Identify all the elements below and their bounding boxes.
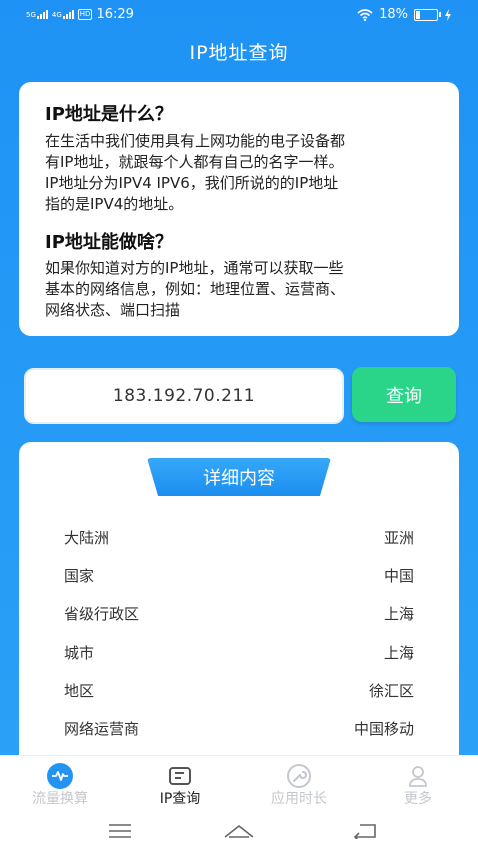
- detail-value: 亚洲: [383, 529, 414, 547]
- details-card: 详细内容 大陆洲 亚洲 国家 中国 省级行政区 上海 城市 上海 地区 徐汇区 …: [19, 442, 459, 772]
- detail-row: 大陆洲 亚洲: [64, 527, 414, 551]
- signal-4g-icon: 4G: [52, 10, 74, 19]
- detail-key: 城市: [64, 644, 95, 662]
- detail-key: 国家: [64, 567, 95, 585]
- detail-key: 大陆洲: [64, 529, 110, 547]
- q1-heading: IP地址是什么？: [45, 104, 173, 125]
- tab-label: IP查询: [159, 791, 201, 807]
- status-bar: 5G 4G HD 16:29 18%: [0, 0, 478, 30]
- detail-key: 省级行政区: [64, 605, 140, 623]
- intro-card: IP地址是什么？ 在生活中我们使用具有上网功能的电子设备都 有IP地址，就跟每个…: [19, 82, 459, 336]
- wifi-icon: [357, 8, 373, 21]
- tab-more[interactable]: 更多: [368, 756, 468, 814]
- hd-badge: HD: [77, 9, 93, 20]
- bottom-tab-bar: 流量换算 IP查询 应用时长 更多: [0, 755, 478, 814]
- detail-value: 徐汇区: [368, 682, 414, 700]
- q1-paragraph: 在生活中我们使用具有上网功能的电子设备都 有IP地址，就跟每个人都有自己的名字一…: [45, 131, 440, 215]
- detail-row: 城市 上海: [64, 642, 414, 666]
- detail-row: 国家 中国: [64, 565, 414, 589]
- detail-key: 网络运营商: [64, 720, 140, 738]
- battery-icon: [414, 8, 441, 21]
- battery-percent: 18%: [379, 7, 408, 22]
- detail-value: 上海: [383, 605, 414, 623]
- user-icon: [409, 766, 427, 787]
- charging-icon: [445, 8, 451, 21]
- detail-value: 中国: [383, 567, 414, 585]
- tab-label: 应用时长: [271, 791, 327, 807]
- wrench-icon: [287, 764, 311, 788]
- q2-paragraph: 如果你知道对方的IP地址，通常可以获取一些 基本的网络信息，例如：地理位置、运营…: [45, 258, 440, 321]
- q2-line: 网络状态、端口扫描: [45, 301, 181, 319]
- signal-5g-icon: 5G: [26, 10, 48, 19]
- detail-row: 地区 徐汇区: [64, 680, 414, 704]
- tab-label: 流量换算: [32, 791, 88, 807]
- q1-line: 有IP地址，就跟每个人都有自己的名字一样。: [45, 153, 344, 171]
- q2-heading: IP地址能做啥？: [45, 232, 173, 253]
- tab-label: 更多: [404, 791, 432, 807]
- detail-value: 上海: [383, 644, 414, 662]
- tab-ip-query[interactable]: IP查询: [130, 756, 230, 814]
- q2-line: 基本的网络信息，例如：地理位置、运营商、: [45, 280, 346, 298]
- clock: 16:29: [96, 7, 134, 22]
- menu-icon[interactable]: [100, 819, 140, 843]
- q1-line: 指的是IPV4的地址。: [45, 195, 184, 213]
- ip-input[interactable]: 183.192.70.211: [24, 368, 344, 424]
- detail-row: 省级行政区 上海: [64, 603, 414, 627]
- query-button[interactable]: 查询: [352, 367, 456, 422]
- q2-line: 如果你知道对方的IP地址，通常可以获取一些: [45, 259, 344, 277]
- detail-key: 地区: [64, 682, 95, 700]
- tab-app-usage[interactable]: 应用时长: [249, 756, 349, 814]
- pulse-icon: [47, 763, 73, 789]
- details-title: 详细内容: [147, 458, 331, 496]
- q1-line: 在生活中我们使用具有上网功能的电子设备都: [45, 132, 346, 150]
- home-icon[interactable]: [219, 819, 259, 843]
- system-nav-bar: [0, 813, 478, 850]
- detail-value: 中国移动: [353, 720, 414, 738]
- document-icon: [169, 767, 191, 785]
- tab-traffic-convert[interactable]: 流量换算: [10, 756, 110, 814]
- q1-line: IP地址分为IPV4 IPV6，我们所说的的IP地址: [45, 174, 339, 192]
- detail-row: 网络运营商 中国移动: [64, 718, 414, 742]
- page-title: IP地址查询: [189, 42, 289, 64]
- back-icon[interactable]: [345, 819, 385, 843]
